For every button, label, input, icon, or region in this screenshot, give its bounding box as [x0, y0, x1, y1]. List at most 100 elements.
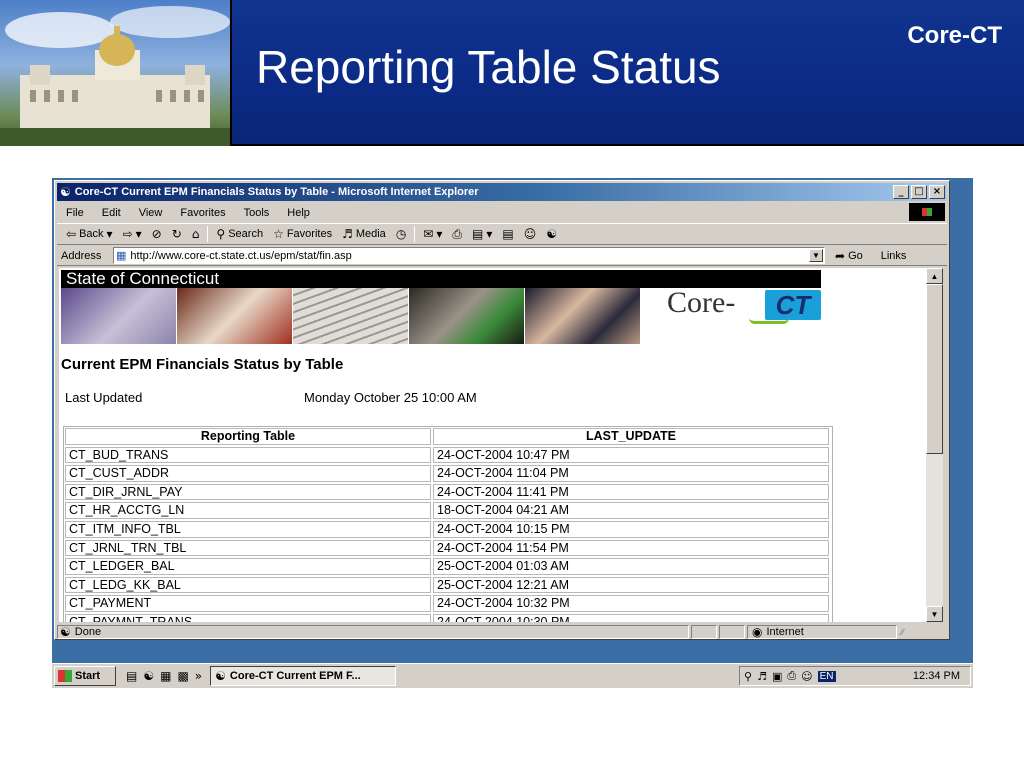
desktop-screenshot: ☯ Core-CT Current EPM Financials Status … — [52, 178, 973, 688]
last-update-cell: 24-OCT-2004 10:47 PM — [433, 446, 829, 464]
address-label: Address — [61, 249, 102, 262]
search-tray-icon[interactable]: ⚲ — [744, 670, 752, 683]
status-panel — [719, 624, 745, 639]
refresh-button[interactable]: ↻ — [167, 227, 187, 241]
window-titlebar[interactable]: ☯ Core-CT Current EPM Financials Status … — [57, 183, 947, 201]
media-label: Media — [355, 228, 386, 240]
security-zone: ◉ Internet — [747, 624, 897, 639]
status-main: ☯ Done — [57, 624, 689, 639]
back-label: Back — [79, 228, 104, 240]
printer-tray-icon[interactable]: ⎙ — [787, 669, 796, 683]
globe-icon: ◉ — [752, 624, 763, 639]
column-header: LAST_UPDATE — [433, 428, 829, 445]
excel-quicklaunch-icon[interactable]: ▩ — [177, 669, 188, 683]
menu-help[interactable]: Help — [278, 207, 319, 219]
table-header-row: Reporting Table LAST_UPDATE — [64, 427, 832, 446]
search-button[interactable]: ⚲ Search — [211, 227, 268, 241]
print-icon: ⎙ — [452, 226, 462, 241]
app-quicklaunch-icon[interactable]: ▦ — [160, 669, 171, 683]
last-updated-value: Monday October 25 10:00 AM — [304, 390, 477, 405]
start-button[interactable]: Start — [54, 666, 116, 686]
show-desktop-icon[interactable]: ▤ — [126, 669, 137, 683]
messenger-icon: ☺ — [523, 227, 537, 241]
history-button[interactable]: ◷ — [391, 227, 411, 241]
table-row: CT_LEDGER_BAL 25-OCT-2004 01:03 AM — [64, 557, 832, 576]
table-name-cell: CT_JRNL_TRN_TBL — [65, 539, 431, 557]
page-icon: ▦ — [116, 249, 127, 262]
toolbar-separator — [414, 226, 416, 242]
taskbar: Start ▤ ☯ ▦ ▩ » ☯ Core-CT Current EPM F.… — [52, 663, 973, 688]
contacts-button[interactable]: ☯ — [541, 227, 562, 241]
ie-quicklaunch-icon[interactable]: ☯ — [143, 669, 154, 683]
window-controls: _ □ × — [893, 185, 945, 199]
slide-title: Reporting Table Status — [256, 41, 721, 93]
contacts-icon: ☯ — [546, 227, 557, 241]
ie-icon: ☯ — [60, 185, 71, 199]
table-row: CT_CUST_ADDR 24-OCT-2004 11:04 PM — [64, 464, 832, 483]
stop-button[interactable]: ⊘ — [147, 227, 167, 241]
last-update-cell: 24-OCT-2004 10:32 PM — [433, 595, 829, 612]
scroll-thumb[interactable] — [926, 284, 943, 454]
resize-grip-icon[interactable]: ∕∕ — [901, 627, 904, 637]
system-tray: ⚲ ♬ ▣ ⎙ ☺ EN 12:34 PM — [739, 666, 971, 686]
windows-logo-icon — [909, 203, 945, 221]
address-url: http://www.core-ct.state.ct.us/epm/stat/… — [130, 249, 352, 262]
address-dropdown-button[interactable]: ▼ — [809, 249, 823, 262]
mail-icon: ✉ — [423, 227, 434, 241]
network-icon[interactable]: ▣ — [772, 670, 782, 683]
language-indicator[interactable]: EN — [817, 670, 836, 682]
windows-flag-icon — [58, 670, 72, 682]
print-button[interactable]: ⎙ — [447, 227, 467, 242]
photo-strip — [61, 288, 641, 344]
brand-label: Core-CT — [907, 22, 1002, 49]
status-text: Done — [74, 625, 102, 638]
table-name-cell: CT_DIR_JRNL_PAY — [65, 483, 431, 501]
refresh-icon: ↻ — [171, 227, 182, 241]
more-quicklaunch-icon[interactable]: » — [195, 669, 202, 683]
links-button[interactable]: Links — [881, 250, 907, 262]
history-icon: ◷ — [395, 227, 407, 241]
menu-favorites[interactable]: Favorites — [171, 207, 234, 219]
menu-edit[interactable]: Edit — [93, 207, 130, 219]
vertical-scrollbar[interactable]: ▲ ▼ — [926, 268, 943, 622]
table-name-cell: CT_PAYMENT — [65, 595, 431, 612]
sound-icon[interactable]: ♬ — [757, 670, 767, 683]
close-button[interactable]: × — [929, 185, 945, 199]
scroll-down-button[interactable]: ▼ — [926, 606, 943, 622]
table-row: CT_PAYMNT_TRANS 24-OCT-2004 10:30 PM — [64, 613, 832, 622]
home-button[interactable]: ⌂ — [187, 227, 205, 241]
back-button[interactable]: ⇦ Back ▾ — [61, 227, 118, 241]
table-name-cell: CT_ITM_INFO_TBL — [65, 520, 431, 538]
scroll-up-button[interactable]: ▲ — [926, 268, 943, 284]
go-button[interactable]: ➦ Go — [835, 249, 863, 263]
mail-button[interactable]: ✉ ▾ — [418, 227, 447, 241]
stop-icon: ⊘ — [151, 227, 162, 241]
last-update-cell: 24-OCT-2004 11:41 PM — [433, 483, 829, 501]
photo-team — [525, 288, 640, 344]
menu-tools[interactable]: Tools — [235, 207, 279, 219]
dropdown-arrow-icon: ▾ — [106, 227, 113, 241]
dropdown-arrow-icon: ▾ — [486, 227, 493, 241]
last-update-cell: 24-OCT-2004 11:04 PM — [433, 465, 829, 482]
taskbar-window-button[interactable]: ☯ Core-CT Current EPM F... — [210, 666, 397, 686]
menu-view[interactable]: View — [130, 207, 172, 219]
forward-button[interactable]: ⇨ ▾ — [118, 227, 147, 241]
menu-bar: File Edit View Favorites Tools Help — [57, 203, 947, 222]
maximize-button[interactable]: □ — [911, 185, 927, 199]
menu-file[interactable]: File — [57, 207, 93, 219]
favorites-button[interactable]: ☆ Favorites — [268, 227, 337, 241]
user-tray-icon[interactable]: ☺ — [801, 670, 812, 683]
edit-button[interactable]: ▤ ▾ — [467, 227, 497, 241]
table-row: CT_ITM_INFO_TBL 24-OCT-2004 10:15 PM — [64, 520, 832, 539]
logo-swoosh — [749, 318, 789, 324]
photo-office — [409, 288, 524, 344]
discuss-icon: ▤ — [502, 227, 514, 241]
address-input[interactable]: ▦ http://www.core-ct.state.ct.us/epm/sta… — [113, 247, 825, 264]
table-row: CT_HR_ACCTG_LN 18-OCT-2004 04:21 AM — [64, 501, 832, 520]
messenger-button[interactable]: ☺ — [519, 227, 542, 241]
media-button[interactable]: ♬ Media — [337, 227, 391, 241]
zone-text: Internet — [766, 625, 804, 638]
discuss-button[interactable]: ▤ — [497, 227, 518, 241]
last-update-cell: 24-OCT-2004 11:54 PM — [433, 539, 829, 557]
minimize-button[interactable]: _ — [893, 185, 909, 199]
